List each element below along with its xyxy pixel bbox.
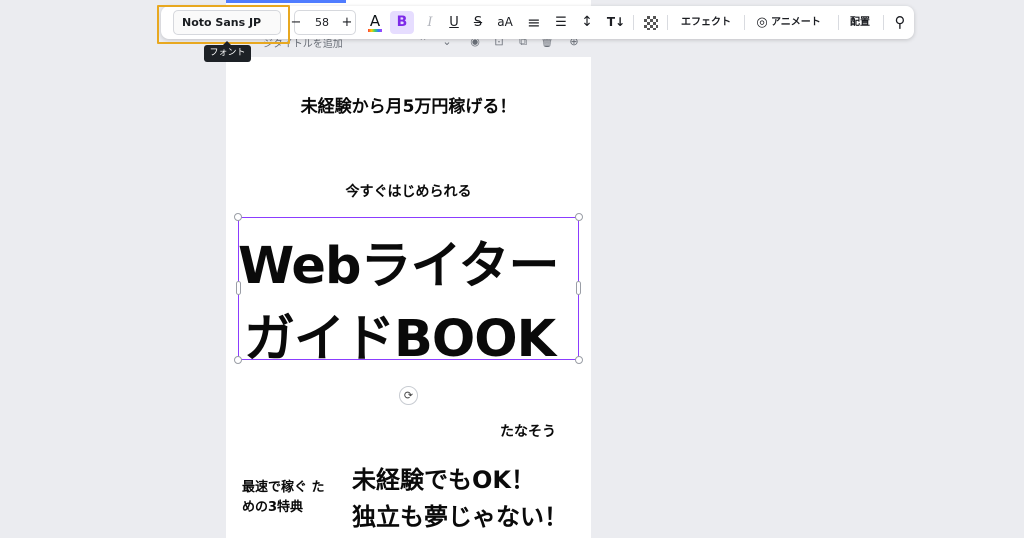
vertical-text-icon[interactable]: T↓	[604, 6, 628, 39]
bold-button[interactable]: B	[390, 11, 414, 34]
toolbar-divider	[744, 15, 745, 30]
resize-handle-bottom-right[interactable]	[575, 356, 583, 364]
font-size-input[interactable]: 58	[309, 6, 335, 39]
copy-style-paint-roller-icon[interactable]: ⚲	[891, 6, 909, 39]
text-color-glyph: A	[369, 12, 381, 30]
toolbar-divider	[667, 15, 668, 30]
rotate-handle-icon[interactable]: ⟳	[399, 386, 418, 405]
resize-handle-right[interactable]	[576, 281, 581, 295]
canvas-promo-line2[interactable]: 独立も夢じゃない！	[352, 497, 568, 532]
list-icon[interactable]: ☰	[550, 6, 572, 39]
font-size-decrease-button[interactable]: −	[289, 6, 303, 39]
text-selection-box[interactable]	[238, 217, 579, 360]
design-page[interactable]: 未経験から月5万円稼げる！ 今すぐはじめられる Webライター ガイドBOOK …	[226, 57, 591, 538]
resize-handle-top-left[interactable]	[234, 213, 242, 221]
selection-bar	[226, 0, 346, 3]
canvas-bonus-label[interactable]: 最速で稼ぐ ための3特典	[242, 478, 332, 518]
toolbar-divider	[838, 15, 839, 30]
font-tooltip: フォント	[204, 41, 251, 62]
font-size-increase-button[interactable]: +	[340, 6, 354, 39]
resize-handle-left[interactable]	[236, 281, 241, 295]
resize-handle-top-right[interactable]	[575, 213, 583, 221]
font-highlight-frame	[157, 5, 290, 44]
canvas-author[interactable]: たなそう	[500, 421, 556, 441]
transparency-icon[interactable]	[644, 16, 658, 30]
toolbar-divider	[883, 15, 884, 30]
italic-button[interactable]: I	[420, 6, 440, 39]
canvas-text-catchcopy[interactable]: 未経験から月5万円稼げる！	[226, 92, 591, 117]
underline-button[interactable]: U	[444, 6, 464, 39]
animate-icon[interactable]: ◎	[754, 6, 770, 39]
resize-handle-bottom-left[interactable]	[234, 356, 242, 364]
spacing-icon[interactable]: ↕	[576, 6, 598, 39]
text-color-button[interactable]: A	[365, 9, 385, 35]
toolbar-divider	[633, 15, 634, 30]
animate-button[interactable]: アニメート	[771, 6, 829, 39]
strikethrough-button[interactable]: S	[468, 6, 488, 39]
canvas-text-subcopy[interactable]: 今すぐはじめられる	[226, 181, 591, 201]
letter-case-button[interactable]: aA	[493, 6, 517, 39]
arrange-button[interactable]: 配置	[845, 6, 875, 39]
text-color-swatch	[368, 29, 382, 32]
effects-button[interactable]: エフェクト	[676, 6, 736, 39]
canvas-promo-line1[interactable]: 未経験でもOK！	[352, 460, 535, 495]
align-center-icon[interactable]: ≡	[523, 6, 545, 39]
